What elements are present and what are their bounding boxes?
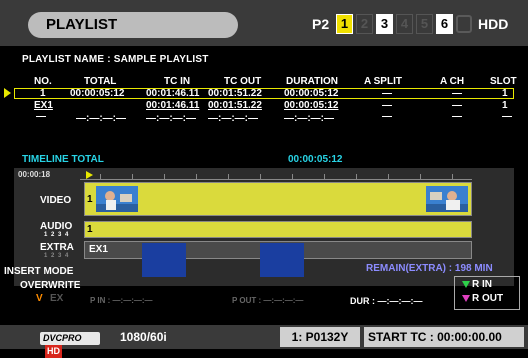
row3-slot: — [502, 111, 512, 122]
col-header-slot: SLOT [490, 76, 517, 87]
slot-1-indicator[interactable]: 1 [336, 14, 353, 34]
video-thumbnail-out [426, 186, 468, 212]
duration-value: DUR : —:—:—:— [350, 296, 423, 306]
r-in-marker-icon [462, 281, 470, 288]
audio-clip-bar[interactable] [84, 221, 472, 238]
hdd-label: HDD [478, 16, 509, 32]
row3-total: —:—:—:— [76, 113, 126, 124]
row3-a-split: — [382, 111, 392, 122]
row2-tc-in: 00:01:46.11 [146, 100, 200, 111]
row1-tc-out: 00:01:51.22 [208, 88, 262, 99]
p-in-value: P IN : —:—:—:— [90, 296, 153, 305]
row1-slot: 1 [502, 88, 508, 99]
extra-track-label: EXTRA [40, 242, 74, 253]
slot-4-indicator[interactable]: 4 [396, 14, 413, 34]
hdd-icon [456, 15, 472, 33]
video-format: 1080/60i [120, 330, 167, 344]
screen-title: PLAYLIST [28, 12, 238, 38]
slot-2-indicator[interactable]: 2 [356, 14, 373, 34]
row1-a-split: — [382, 88, 392, 99]
video-clip-bar[interactable] [84, 182, 472, 216]
row2-duration: 00:00:05:12 [284, 100, 339, 111]
col-header-a-split: A SPLIT [364, 76, 402, 87]
row1-tc-in: 00:01:46.11 [146, 88, 200, 99]
insert-mode-ex: EX [50, 293, 64, 304]
extra-clip-label: EX1 [89, 244, 108, 255]
timeline-total-label: TIMELINE TOTAL [22, 154, 104, 165]
col-header-tc-in: TC IN [164, 76, 191, 87]
row3-a-ch: — [452, 111, 462, 122]
row2-tc-out: 00:01:51.22 [208, 100, 262, 111]
row3-tc-out: —:—:—:— [208, 113, 258, 124]
current-clip: 1: P0132Y [280, 327, 360, 347]
row3-tc-in: —:—:—:— [146, 113, 196, 124]
r-out-label[interactable]: R OUT [472, 293, 503, 304]
audio-track-label: AUDIO [40, 221, 73, 232]
row1-no: 1 [40, 88, 46, 99]
slot-5-indicator[interactable]: 5 [416, 14, 433, 34]
slot-6-indicator[interactable]: 6 [436, 14, 453, 34]
slot-3-indicator[interactable]: 3 [376, 14, 393, 34]
audio-channels: 1 2 3 4 [44, 232, 70, 238]
video-thumbnail-in [96, 186, 138, 212]
col-header-total: TOTAL [84, 76, 117, 87]
insert-mode-label: INSERT MODE [4, 266, 74, 277]
timeline-ruler[interactable] [80, 171, 472, 180]
row3-no: — [36, 111, 46, 122]
r-out-marker-icon [462, 295, 470, 302]
row2-slot: 1 [502, 100, 508, 111]
timeline-total-value: 00:00:05:12 [288, 154, 343, 165]
start-timecode: START TC : 00:00:00.00 [364, 327, 524, 347]
col-header-no: NO. [34, 76, 52, 87]
playlist-name: PLAYLIST NAME : SAMPLE PLAYLIST [22, 54, 209, 65]
row3-duration: —:—:—:— [284, 113, 334, 124]
insert-mode-value[interactable]: OVERWRITE [20, 280, 80, 291]
row1-total: 00:00:05:12 [70, 88, 125, 99]
p2-label: P2 [312, 16, 330, 32]
row2-no: EX1 [34, 100, 53, 111]
row1-a-ch: — [452, 88, 462, 99]
p-out-value: P OUT : —:—:—:— [232, 296, 304, 305]
col-header-tc-out: TC OUT [224, 76, 262, 87]
insert-mode-v: V [36, 293, 43, 304]
p-out-thumbnail [260, 243, 304, 277]
col-header-duration: DURATION [286, 76, 339, 87]
row-cursor-icon [4, 88, 11, 98]
video-clip-number: 1 [87, 194, 93, 205]
remain-extra: REMAIN(EXTRA) : 198 MIN [366, 263, 493, 274]
r-in-label[interactable]: R IN [472, 279, 492, 290]
playhead-icon[interactable] [86, 171, 93, 179]
extra-channels: 1 2 3 4 [44, 253, 70, 259]
col-header-a-ch: A CH [440, 76, 465, 87]
row2-a-split: — [382, 100, 392, 111]
ruler-time: 00:00:18 [18, 170, 51, 179]
p-in-thumbnail [142, 243, 186, 277]
dvcpro-hd-logo: DVCPROHD [40, 332, 100, 358]
video-track-label: VIDEO [40, 195, 72, 206]
audio-clip-number: 1 [87, 224, 93, 235]
row1-duration: 00:00:05:12 [284, 88, 339, 99]
row2-a-ch: — [452, 100, 462, 111]
